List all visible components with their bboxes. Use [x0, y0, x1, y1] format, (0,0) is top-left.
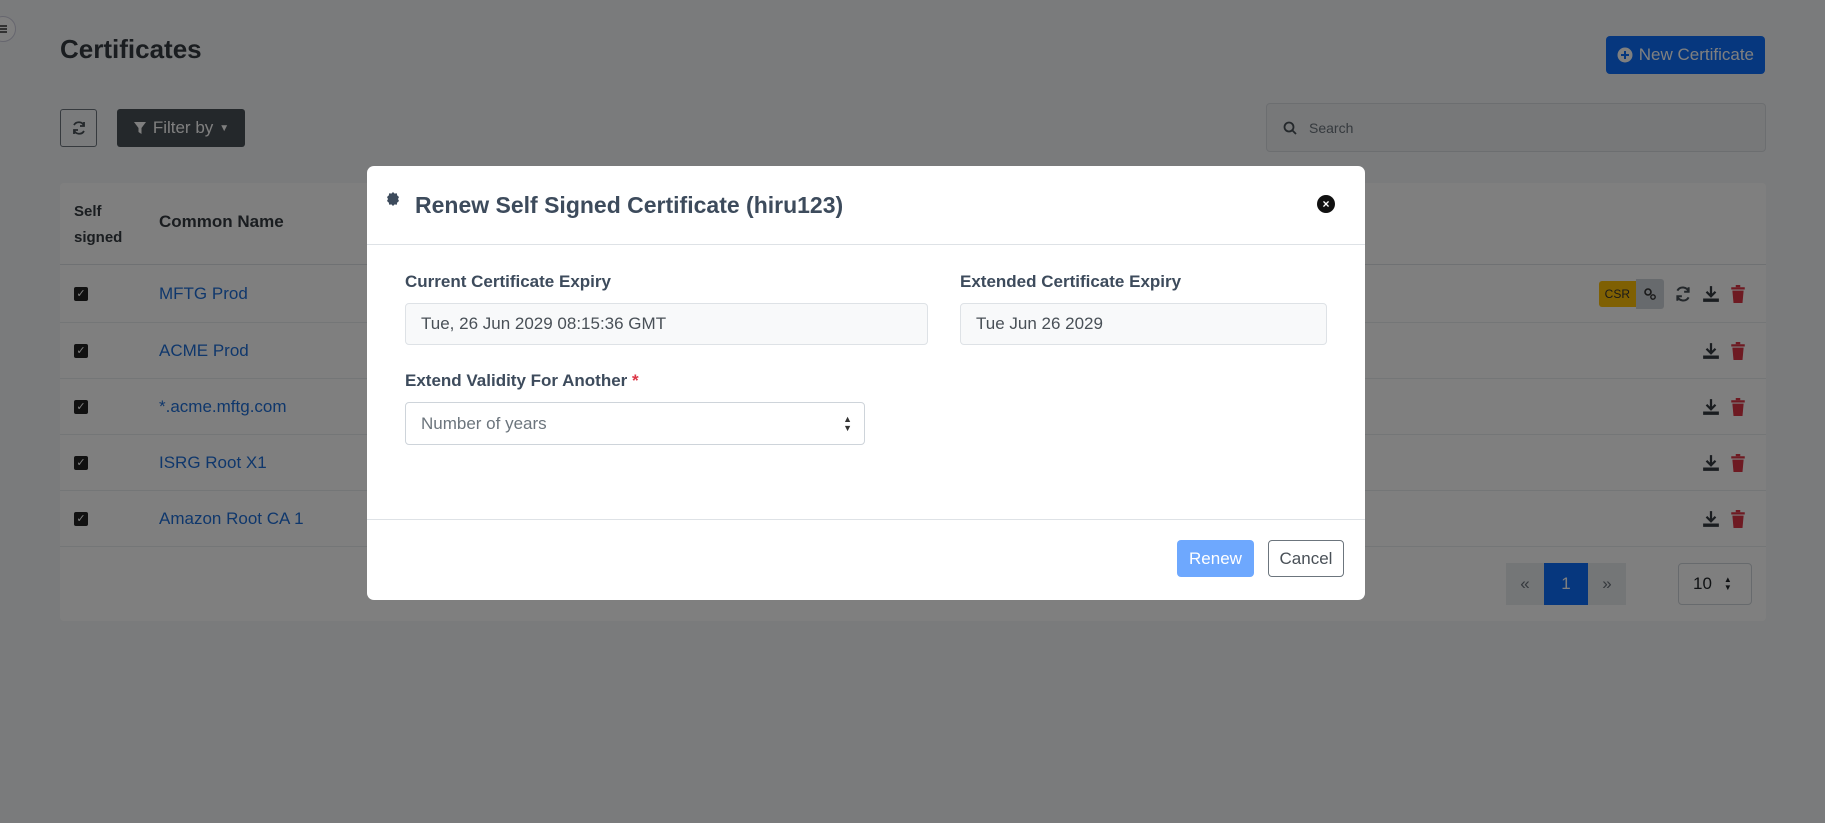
- select-arrows-icon: ▲▼: [843, 414, 852, 433]
- certificate-badge-icon: [387, 192, 399, 206]
- current-expiry-field: Tue, 26 Jun 2029 08:15:36 GMT: [405, 303, 928, 345]
- required-marker: *: [632, 371, 639, 390]
- renew-certificate-modal: Renew Self Signed Certificate (hiru123) …: [367, 166, 1365, 600]
- years-select[interactable]: Number of years ▲ ▼: [405, 402, 865, 445]
- modal-footer: Renew Cancel: [367, 520, 1365, 600]
- renew-button[interactable]: Renew: [1177, 540, 1254, 577]
- close-icon[interactable]: ×: [1317, 195, 1335, 213]
- modal-title: Renew Self Signed Certificate (hiru123): [415, 192, 844, 218]
- cancel-button[interactable]: Cancel: [1268, 540, 1344, 577]
- modal-header: Renew Self Signed Certificate (hiru123) …: [367, 166, 1365, 245]
- extended-expiry-label: Extended Certificate Expiry: [960, 272, 1182, 291]
- extended-expiry-field: Tue Jun 26 2029: [960, 303, 1327, 345]
- years-placeholder: Number of years: [421, 413, 547, 433]
- extend-validity-label: Extend Validity For Another *: [405, 371, 639, 390]
- modal-body: Current Certificate Expiry Tue, 26 Jun 2…: [367, 245, 1365, 520]
- current-expiry-label: Current Certificate Expiry: [405, 272, 611, 291]
